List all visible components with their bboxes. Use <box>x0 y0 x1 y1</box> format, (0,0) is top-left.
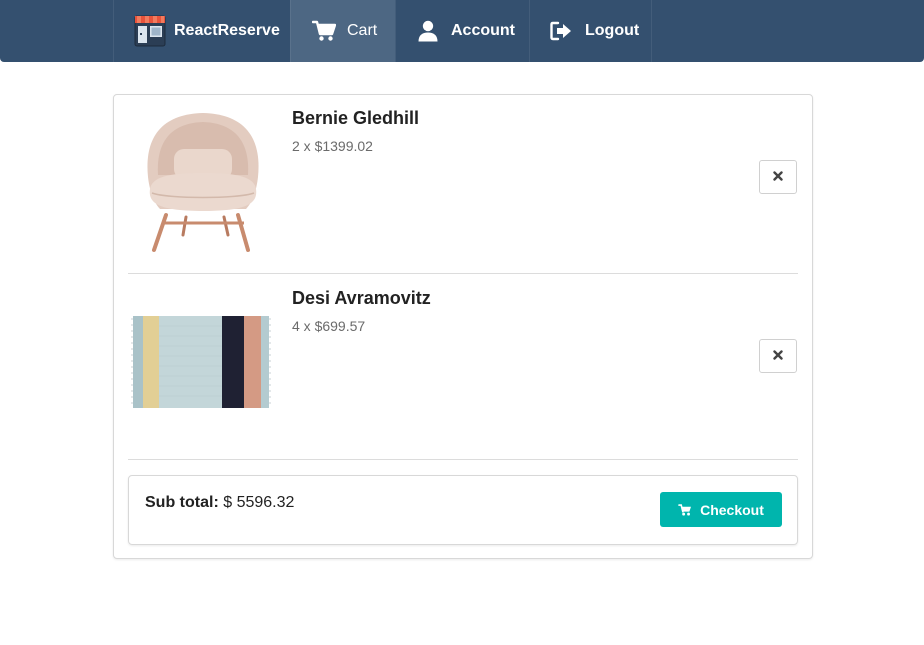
checkout-button[interactable]: Checkout <box>660 492 782 527</box>
user-icon <box>418 20 438 42</box>
product-name[interactable]: Desi Avramovitz <box>292 288 431 309</box>
nav-item-label: Logout <box>585 22 640 39</box>
nav-item-account[interactable]: Account <box>395 0 529 62</box>
close-icon <box>773 347 783 365</box>
top-navbar: ReactReserve Cart Account Logout <box>0 0 924 62</box>
nav-item-cart[interactable]: Cart <box>290 0 395 62</box>
shop-logo-icon <box>134 15 166 47</box>
cart-summary: Sub total: $ 5596.32 Checkout <box>128 475 798 545</box>
remove-item-button[interactable] <box>759 339 797 373</box>
subtotal: Sub total: $ 5596.32 <box>145 494 294 512</box>
cart-icon <box>678 503 692 516</box>
brand-link[interactable]: ReactReserve <box>113 0 290 62</box>
nav-item-label: Account <box>451 22 515 39</box>
cart-list: Bernie Gledhill 2 x $1399.02 Desi Avramo… <box>113 94 813 559</box>
quantity-price: 4 x $699.57 <box>292 318 366 334</box>
product-name[interactable]: Bernie Gledhill <box>292 108 419 129</box>
nav-item-label: Cart <box>347 22 378 39</box>
cart-item: Bernie Gledhill 2 x $1399.02 <box>128 95 798 274</box>
subtotal-value: $ 5596.32 <box>223 494 295 511</box>
quantity-price: 2 x $1399.02 <box>292 138 373 154</box>
product-image-rug[interactable] <box>128 291 278 441</box>
checkout-label: Checkout <box>700 501 764 518</box>
product-image-chair[interactable] <box>128 107 278 257</box>
cart-item: Desi Avramovitz 4 x $699.57 <box>128 274 798 460</box>
nav-item-logout[interactable]: Logout <box>529 0 652 62</box>
sign-out-icon <box>550 21 572 41</box>
remove-item-button[interactable] <box>759 160 797 194</box>
close-icon <box>773 168 783 186</box>
cart-icon <box>312 20 336 42</box>
brand-name: ReactReserve <box>174 22 280 39</box>
subtotal-label: Sub total: <box>145 494 219 511</box>
